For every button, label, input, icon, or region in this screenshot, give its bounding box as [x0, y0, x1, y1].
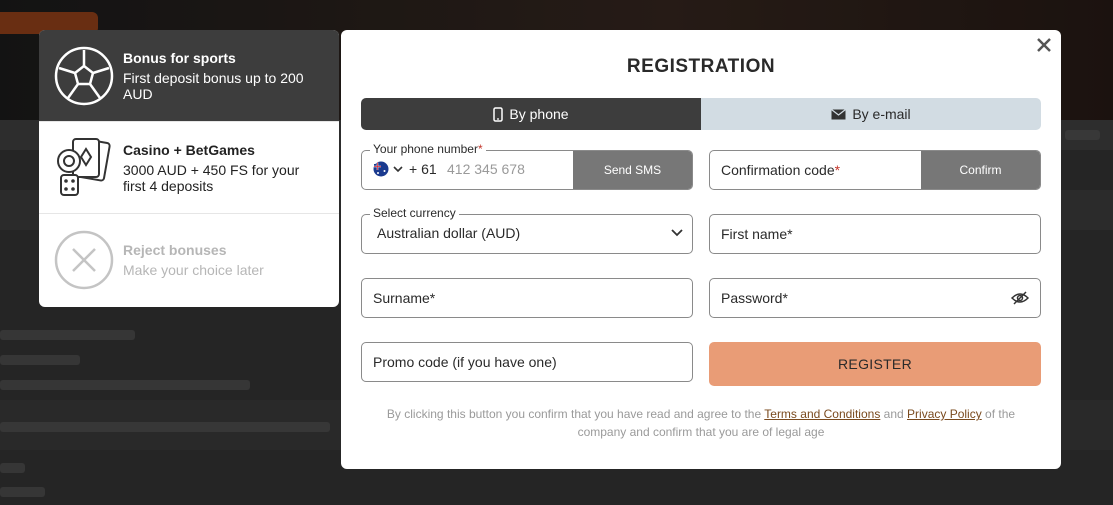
tab-label: By phone — [509, 106, 569, 122]
bonus-description: First deposit bonus up to 200 AUD — [123, 70, 304, 102]
confirmation-code-placeholder: Confirmation code* — [721, 162, 841, 178]
currency-select[interactable]: Select currency Australian dollar (AUD) — [361, 206, 693, 254]
confirm-button[interactable]: Confirm — [921, 151, 1040, 189]
close-icon[interactable] — [1035, 36, 1053, 54]
promo-code-field[interactable]: Promo code (if you have one) — [361, 342, 693, 382]
password-field[interactable]: Password* — [709, 278, 1041, 318]
surname-field[interactable]: Surname* — [361, 278, 693, 318]
surname-placeholder: Surname* — [373, 290, 436, 306]
bonus-description: 3000 AUD + 450 FS for your first 4 depos… — [123, 162, 300, 194]
registration-tabs: By phone By e-mail — [361, 98, 1041, 130]
bonus-option-sports[interactable]: Bonus for sports First deposit bonus up … — [39, 30, 339, 122]
terms-link[interactable]: Terms and Conditions — [764, 407, 880, 421]
promo-code-placeholder: Promo code (if you have one) — [373, 354, 557, 370]
currency-value: Australian dollar (AUD) — [377, 225, 521, 241]
phone-icon — [493, 106, 504, 122]
bonus-description: Make your choice later — [123, 262, 264, 278]
chevron-down-icon — [671, 229, 683, 237]
confirmation-code-field[interactable]: Confirmation code* Confirm — [709, 150, 1041, 190]
register-button[interactable]: REGISTER — [709, 342, 1041, 386]
envelope-icon — [831, 108, 847, 119]
currency-label: Select currency — [370, 206, 459, 220]
bonus-option-casino[interactable]: Casino + BetGames 3000 AUD + 450 FS for … — [39, 122, 339, 214]
bonus-title: Bonus for sports — [123, 50, 236, 66]
phone-input[interactable]: 412 345 678 — [447, 161, 525, 177]
bonus-title: Casino + BetGames — [123, 142, 255, 158]
bonus-title: Reject bonuses — [123, 242, 227, 258]
tab-label: By e-mail — [852, 106, 911, 122]
phone-label: Your phone number* — [370, 142, 486, 156]
privacy-policy-link[interactable]: Privacy Policy — [907, 407, 982, 421]
eye-hidden-icon[interactable] — [1011, 291, 1029, 305]
first-name-field[interactable]: First name* — [709, 214, 1041, 254]
modal-title: REGISTRATION — [626, 56, 776, 77]
send-sms-button[interactable]: Send SMS — [573, 151, 692, 189]
chevron-down-icon — [393, 166, 403, 173]
country-code-select[interactable]: + 61 — [373, 161, 437, 177]
first-name-placeholder: First name* — [721, 226, 793, 242]
bonus-panel: Bonus for sports First deposit bonus up … — [39, 30, 339, 307]
bonus-option-reject[interactable]: Reject bonuses Make your choice later — [39, 214, 339, 306]
casino-chips-cards-icon — [53, 137, 115, 199]
tab-by-phone[interactable]: By phone — [361, 98, 701, 130]
reject-icon — [53, 229, 115, 291]
password-placeholder: Password* — [721, 290, 788, 306]
australia-flag-icon — [373, 161, 389, 177]
phone-field[interactable]: Your phone number* + 61 412 345 678 Send… — [361, 142, 693, 190]
soccer-ball-icon — [53, 45, 115, 107]
country-code: + 61 — [409, 161, 437, 177]
legal-text: By clicking this button you confirm that… — [386, 407, 1016, 439]
tab-by-email[interactable]: By e-mail — [701, 98, 1041, 130]
registration-modal: REGISTRATION By phone By e-mail Your pho… — [341, 30, 1061, 469]
